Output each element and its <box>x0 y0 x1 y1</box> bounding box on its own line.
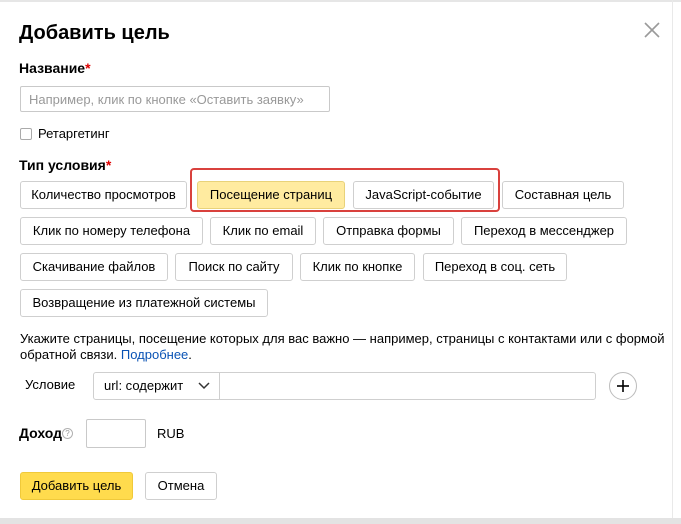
right-divider <box>672 0 673 518</box>
name-label-text: Название <box>19 60 86 76</box>
match-type-value: url: содержит <box>104 378 184 393</box>
retargeting-label: Ретаргетинг <box>38 126 110 141</box>
add-condition-button[interactable] <box>609 372 637 400</box>
option-payment-return[interactable]: Возвращение из платежной системы <box>20 289 268 317</box>
bottom-divider <box>0 518 681 524</box>
add-goal-button[interactable]: Добавить цель <box>20 472 133 500</box>
option-composite-goal[interactable]: Составная цель <box>502 181 624 209</box>
option-page-visit[interactable]: Посещение страниц <box>197 181 345 209</box>
condition-type-label: Тип условия* <box>19 157 111 173</box>
goal-name-input[interactable] <box>20 86 330 112</box>
option-social-network[interactable]: Переход в соц. сеть <box>423 253 567 281</box>
required-mark: * <box>85 60 91 76</box>
currency-label: RUB <box>157 426 185 441</box>
chevron-down-icon <box>198 382 210 390</box>
option-messenger[interactable]: Переход в мессенджер <box>461 217 627 245</box>
option-email-click[interactable]: Клик по email <box>210 217 316 245</box>
more-link[interactable]: Подробнее <box>121 347 188 362</box>
option-button-click[interactable]: Клик по кнопке <box>300 253 415 281</box>
retargeting-checkbox-row[interactable]: Ретаргетинг <box>20 126 110 142</box>
dialog-title: Добавить цель <box>19 22 170 44</box>
hint-text: Укажите страницы, посещение которых для … <box>20 331 665 362</box>
income-input[interactable] <box>86 419 146 448</box>
match-type-select[interactable]: url: содержит <box>93 372 220 400</box>
top-divider <box>0 0 681 2</box>
income-label: Доход <box>19 425 63 441</box>
option-form-submit[interactable]: Отправка формы <box>323 217 454 245</box>
plus-icon <box>617 380 629 392</box>
option-javascript-event[interactable]: JavaScript-событие <box>353 181 494 209</box>
condition-hint: Укажите страницы, посещение которых для … <box>20 331 670 363</box>
option-site-search[interactable]: Поиск по сайту <box>175 253 293 281</box>
add-goal-dialog: Добавить цель Название* Ретаргетинг Тип … <box>0 0 681 524</box>
condition-value-input[interactable] <box>219 372 596 400</box>
option-pageviews[interactable]: Количество просмотров <box>20 181 187 209</box>
retargeting-checkbox[interactable] <box>20 128 32 140</box>
close-button[interactable] <box>641 19 663 41</box>
close-icon <box>644 22 660 38</box>
name-label: Название* <box>19 60 91 76</box>
cancel-button[interactable]: Отмена <box>145 472 217 500</box>
condition-type-label-text: Тип условия <box>19 157 106 173</box>
condition-label: Условие <box>25 377 76 392</box>
option-file-download[interactable]: Скачивание файлов <box>20 253 168 281</box>
question-icon[interactable]: ? <box>62 428 73 439</box>
required-mark: * <box>105 157 112 173</box>
option-phone-click[interactable]: Клик по номеру телефона <box>20 217 203 245</box>
hint-end: . <box>188 347 192 362</box>
